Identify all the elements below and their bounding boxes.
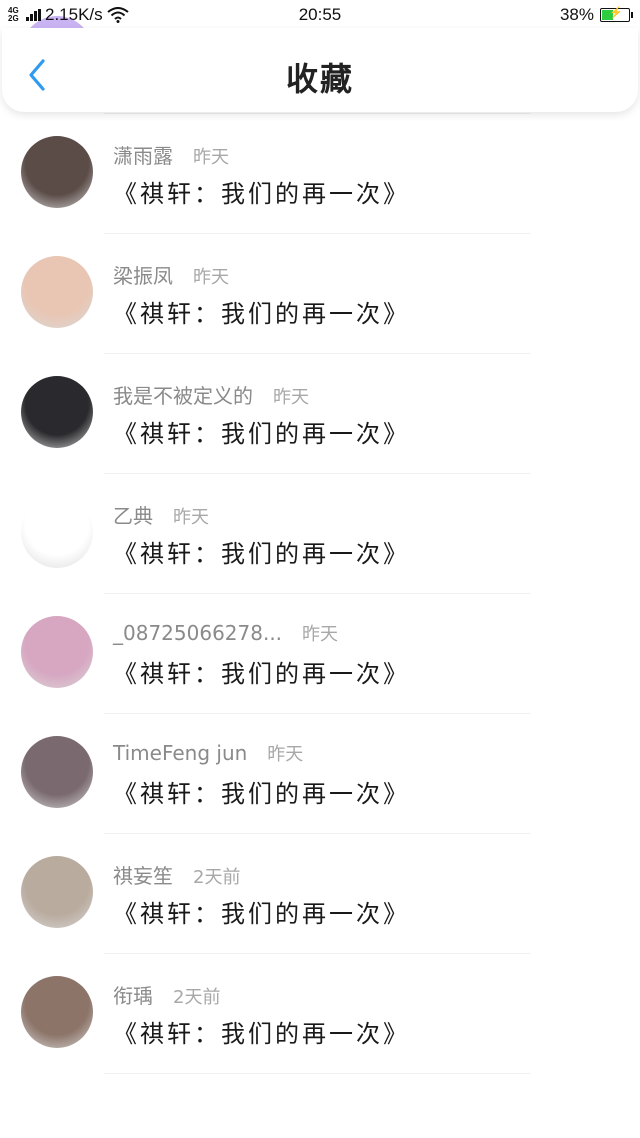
story-title[interactable]: 《祺轩：我们的再一次》: [113, 654, 410, 689]
user-name[interactable]: 祺妄笙: [113, 860, 173, 889]
list-item[interactable]: 祺妄笙 2天前《祺轩：我们的再一次》: [0, 834, 640, 954]
list-item[interactable]: 梁振凤 昨天《祺轩：我们的再一次》: [0, 234, 640, 354]
item-time: 昨天: [173, 507, 209, 528]
item-time: 昨天: [302, 624, 339, 645]
story-title[interactable]: 《祺轩：我们的再一次》: [113, 414, 410, 449]
item-time: 2天前: [173, 987, 221, 1008]
story-title[interactable]: 《祺轩：我们的再一次》: [113, 774, 410, 809]
user-name[interactable]: _08725066278...: [113, 621, 282, 645]
avatar[interactable]: [21, 616, 93, 688]
avatar[interactable]: [21, 496, 93, 568]
item-meta: 乙典 昨天: [113, 500, 209, 529]
item-meta: 梁振凤 昨天: [113, 260, 229, 289]
avatar[interactable]: [21, 136, 93, 208]
list-item[interactable]: 衔瑀 2天前《祺轩：我们的再一次》: [0, 954, 640, 1074]
item-time: 2天前: [193, 867, 241, 888]
list-item[interactable]: 乙典 昨天《祺轩：我们的再一次》: [0, 474, 640, 594]
list-item[interactable]: 我是不被定义的 昨天《祺轩：我们的再一次》: [0, 354, 640, 474]
user-name[interactable]: 乙典: [113, 500, 153, 529]
item-time: 昨天: [193, 267, 229, 288]
avatar[interactable]: [21, 736, 93, 808]
avatar[interactable]: [21, 376, 93, 448]
item-meta: 我是不被定义的 昨天: [113, 380, 309, 409]
story-title[interactable]: 《祺轩：我们的再一次》: [113, 534, 410, 569]
status-time: 20:55: [298, 5, 342, 24]
avatar[interactable]: [21, 256, 93, 328]
avatar[interactable]: [21, 976, 93, 1048]
user-name[interactable]: 衔瑀: [113, 980, 153, 1009]
story-title[interactable]: 《祺轩：我们的再一次》: [113, 174, 410, 209]
user-name[interactable]: 我是不被定义的: [113, 380, 253, 409]
list-item[interactable]: 潇雨露 昨天《祺轩：我们的再一次》: [0, 114, 640, 234]
favorites-list: 《祺轩：我们的再一次》潇雨露昨天《祺轩：我们的再一次》梁振凤昨天《祺轩：我们的再…: [0, 16, 640, 1074]
item-meta: TimeFeng jun 昨天: [113, 740, 303, 766]
item-time: 昨天: [193, 147, 229, 168]
item-meta: 衔瑀 2天前: [113, 980, 220, 1009]
item-meta: 潇雨露 昨天: [113, 140, 229, 169]
charging-bolt-icon: ⚡: [609, 7, 623, 19]
story-title[interactable]: 《祺轩：我们的再一次》: [113, 1014, 410, 1049]
battery-icon: ⚡: [600, 7, 633, 22]
list-item[interactable]: _08725066278... 昨天《祺轩：我们的再一次》: [0, 594, 640, 714]
user-name[interactable]: 潇雨露: [113, 140, 173, 169]
list-item[interactable]: TimeFeng jun 昨天《祺轩：我们的再一次》: [0, 714, 640, 834]
header-bar: 收藏: [2, 28, 638, 112]
status-bar: 4G 2G 2.15K/s 20:55 38% ⚡: [0, 0, 640, 30]
item-meta: _08725066278... 昨天: [113, 620, 338, 646]
user-name[interactable]: TimeFeng jun: [113, 741, 247, 765]
page-title: 收藏: [285, 60, 354, 98]
divider: [104, 1073, 530, 1074]
avatar[interactable]: [21, 856, 93, 928]
story-title[interactable]: 《祺轩：我们的再一次》: [113, 894, 410, 929]
story-title[interactable]: 《祺轩：我们的再一次》: [113, 294, 410, 329]
item-meta: 祺妄笙 2天前: [113, 860, 240, 889]
user-name[interactable]: 梁振凤: [113, 260, 173, 289]
item-time: 昨天: [273, 387, 309, 408]
item-time: 昨天: [267, 744, 304, 765]
